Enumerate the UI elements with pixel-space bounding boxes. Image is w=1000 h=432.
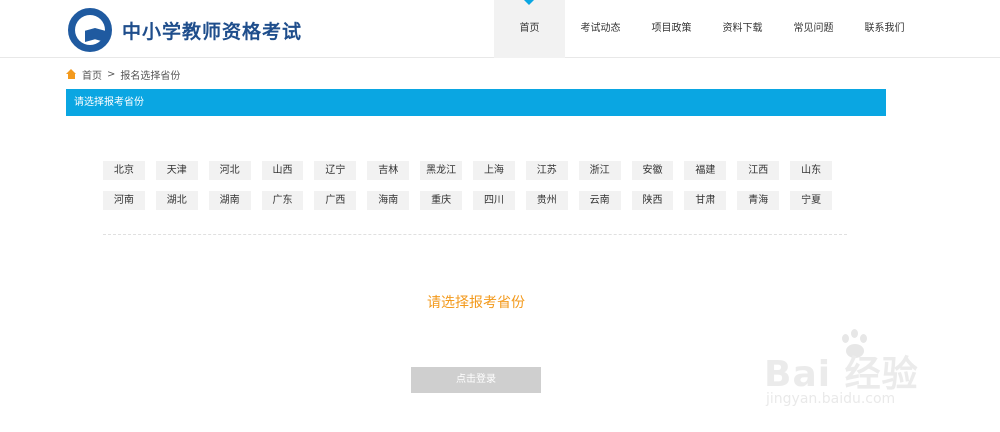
province-option[interactable]: 吉林	[367, 161, 410, 180]
province-option[interactable]: 河南	[103, 191, 145, 210]
breadcrumb-current: 报名选择省份	[120, 71, 181, 82]
province-option[interactable]: 甘肃	[684, 191, 727, 210]
province-option[interactable]: 上海	[473, 161, 515, 180]
province-option[interactable]: 贵州	[525, 191, 568, 210]
main-nav: 首页 考试动态 项目政策 资料下载 常见问题 联系我们	[494, 0, 920, 58]
nav-downloads[interactable]: 资料下载	[707, 0, 778, 58]
province-option[interactable]: 山东	[790, 161, 833, 180]
province-option[interactable]: 江苏	[525, 161, 568, 180]
nav-home[interactable]: 首页	[494, 0, 565, 58]
home-icon	[66, 69, 77, 80]
section-divider	[103, 234, 847, 235]
site-header: 中小学教师资格考试 首页 考试动态 项目政策 资料下载 常见问题 联系我们	[0, 0, 1000, 58]
province-selector: 北京 天津 河北 山西 辽宁 吉林 黑龙江 上海 江苏 浙江 安徽 福建 江西 …	[103, 161, 843, 221]
province-option[interactable]: 山西	[261, 161, 304, 180]
nav-contact[interactable]: 联系我们	[849, 0, 920, 58]
watermark-brand: Bai 经验	[764, 354, 919, 395]
site-title[interactable]: 中小学教师资格考试	[122, 17, 302, 44]
province-option[interactable]: 四川	[473, 191, 515, 210]
province-row: 北京 天津 河北 山西 辽宁 吉林 黑龙江 上海 江苏 浙江 安徽 福建 江西 …	[103, 161, 843, 180]
province-option[interactable]: 天津	[155, 161, 198, 180]
province-option[interactable]: 湖北	[155, 191, 198, 210]
nav-policy[interactable]: 项目政策	[636, 0, 707, 58]
province-option[interactable]: 安徽	[631, 161, 674, 180]
province-option[interactable]: 北京	[103, 161, 145, 180]
province-option[interactable]: 海南	[367, 191, 410, 210]
province-option[interactable]: 陕西	[631, 191, 674, 210]
province-option[interactable]: 湖南	[208, 191, 251, 210]
province-option[interactable]: 浙江	[578, 161, 621, 180]
province-option[interactable]: 河北	[208, 161, 251, 180]
province-option[interactable]: 重庆	[420, 191, 463, 210]
province-option[interactable]: 福建	[684, 161, 727, 180]
breadcrumb-home-link[interactable]: 首页	[82, 67, 102, 82]
baidu-jingyan-watermark: Bai 经验 jingyan.baidu.com	[762, 328, 962, 418]
province-option[interactable]: 江西	[737, 161, 780, 180]
breadcrumb-separator: >	[107, 69, 116, 80]
province-option[interactable]: 云南	[578, 191, 621, 210]
watermark-url: jingyan.baidu.com	[766, 391, 896, 407]
province-option[interactable]: 青海	[737, 191, 780, 210]
nav-exam-news[interactable]: 考试动态	[565, 0, 636, 58]
province-row: 河南 湖北 湖南 广东 广西 海南 重庆 四川 贵州 云南 陕西 甘肃 青海 宁…	[103, 191, 843, 210]
login-button[interactable]: 点击登录	[411, 367, 541, 393]
section-title-bar: 请选择报考省份	[66, 89, 886, 116]
province-option[interactable]: 广西	[314, 191, 357, 210]
breadcrumb: 首页 > 报名选择省份	[66, 67, 180, 82]
province-option[interactable]: 广东	[261, 191, 304, 210]
province-option[interactable]: 辽宁	[314, 161, 357, 180]
site-logo-icon[interactable]	[68, 8, 112, 52]
nav-faq[interactable]: 常见问题	[778, 0, 849, 58]
select-province-prompt: 请选择报考省份	[427, 295, 525, 311]
province-option[interactable]: 黑龙江	[420, 161, 463, 180]
province-option[interactable]: 宁夏	[790, 191, 833, 210]
